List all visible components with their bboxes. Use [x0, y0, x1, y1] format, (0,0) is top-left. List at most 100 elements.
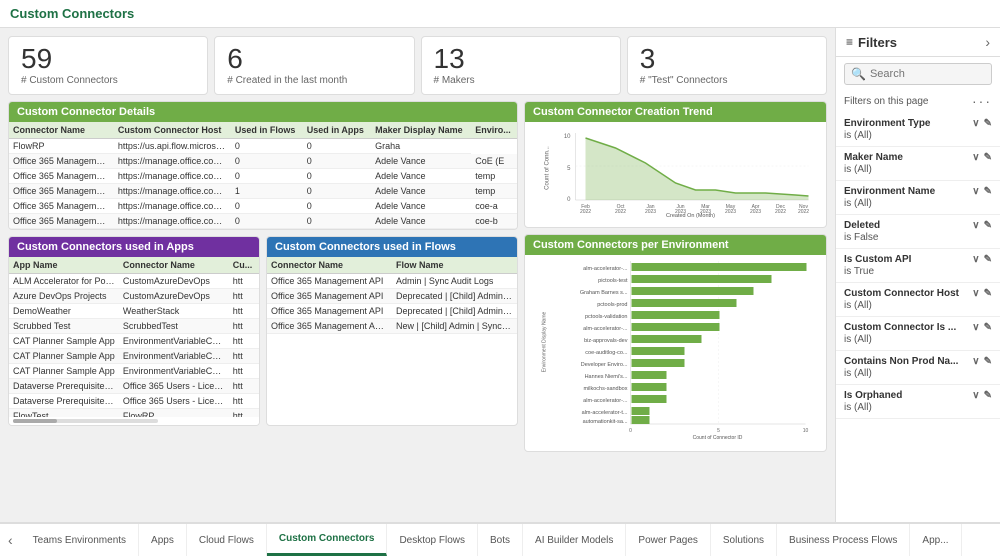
kpi-label-1: # Created in the last month: [227, 75, 401, 86]
per-environment-svg: 0 5 10 Count of Connector ID Environment…: [531, 259, 820, 444]
filter-chevron-1[interactable]: ∨: [972, 152, 979, 163]
filter-item-3[interactable]: Deleted ∨ ✎ is False: [836, 215, 1000, 249]
filter-name-2: Environment Name ∨ ✎: [844, 186, 992, 197]
filter-chevron-8[interactable]: ∨: [972, 390, 979, 401]
svg-text:alm-accelerator-...: alm-accelerator-...: [583, 326, 628, 332]
filter-search-input[interactable]: [870, 68, 1000, 80]
filter-chevron-5[interactable]: ∨: [972, 288, 979, 299]
svg-text:2022: 2022: [775, 209, 786, 215]
filter-item-7[interactable]: Contains Non Prod Na... ∨ ✎ is (All): [836, 351, 1000, 385]
filter-item-5[interactable]: Custom Connector Host ∨ ✎ is (All): [836, 283, 1000, 317]
nav-tab-10[interactable]: App...: [910, 524, 961, 556]
svg-text:alm-accelerator-...: alm-accelerator-...: [583, 266, 628, 272]
svg-text:alm-accelerator-...: alm-accelerator-...: [583, 398, 628, 404]
filters-more-icon[interactable]: ···: [972, 93, 992, 109]
filter-edit-8[interactable]: ✎: [984, 390, 992, 401]
filter-value-1: is (All): [844, 164, 992, 175]
kpi-card-3: 3# "Test" Connectors: [627, 36, 827, 95]
table-row: FlowTestFlowRPhtt: [9, 409, 259, 418]
filter-chevron-7[interactable]: ∨: [972, 356, 979, 367]
filter-edit-6[interactable]: ✎: [984, 322, 992, 333]
nav-tab-2[interactable]: Cloud Flows: [187, 524, 267, 556]
creation-trend-card: Custom Connector Creation Trend 10 5 0: [524, 101, 827, 228]
nav-tab-4[interactable]: Desktop Flows: [387, 524, 478, 556]
nav-tab-9[interactable]: Business Process Flows: [777, 524, 910, 556]
flows-table-card: Custom Connectors used in Flows Connecto…: [266, 236, 518, 426]
filter-name-4: Is Custom API ∨ ✎: [844, 254, 992, 265]
filter-chevron-6[interactable]: ∨: [972, 322, 979, 333]
nav-tab-8[interactable]: Solutions: [711, 524, 777, 556]
svg-text:2023: 2023: [750, 209, 761, 215]
flows-table: Connector NameFlow Name Office 365 Manag…: [267, 257, 517, 334]
svg-text:5: 5: [567, 166, 571, 172]
nav-tab-7[interactable]: Power Pages: [626, 524, 710, 556]
filter-value-7: is (All): [844, 368, 992, 379]
filter-item-2[interactable]: Environment Name ∨ ✎ is (All): [836, 181, 1000, 215]
svg-text:pctools-validation: pctools-validation: [585, 314, 628, 320]
table-row: Office 365 Management APIhttps://manage.…: [9, 169, 517, 184]
flows-table-header: Custom Connectors used in Flows: [267, 237, 517, 257]
connector-details-header: Custom Connector Details: [9, 102, 517, 122]
svg-text:2023: 2023: [645, 209, 656, 215]
filter-chevron-3[interactable]: ∨: [972, 220, 979, 231]
filter-value-0: is (All): [844, 130, 992, 141]
filter-value-3: is False: [844, 232, 992, 243]
filter-value-5: is (All): [844, 300, 992, 311]
table-row: Dataverse Prerequisite ValidationOffice …: [9, 379, 259, 394]
filter-value-2: is (All): [844, 198, 992, 209]
nav-tab-5[interactable]: Bots: [478, 524, 523, 556]
filter-edit-1[interactable]: ✎: [984, 152, 992, 163]
table-row: CAT Planner Sample AppEnvironmentVariabl…: [9, 334, 259, 349]
filter-edit-0[interactable]: ✎: [984, 118, 992, 129]
filters-on-page-label: Filters on this page: [844, 96, 929, 107]
kpi-number-0: 59: [21, 45, 195, 73]
connector-details-table: Connector NameCustom Connector HostUsed …: [9, 122, 517, 229]
filter-chevron-0[interactable]: ∨: [972, 118, 979, 129]
filter-edit-7[interactable]: ✎: [984, 356, 992, 367]
svg-text:Developer Enviro...: Developer Enviro...: [581, 362, 628, 368]
filter-item-4[interactable]: Is Custom API ∨ ✎ is True: [836, 249, 1000, 283]
kpi-label-0: # Custom Connectors: [21, 75, 195, 86]
nav-tab-6[interactable]: AI Builder Models: [523, 524, 626, 556]
filter-edit-4[interactable]: ✎: [984, 254, 992, 265]
filter-item-0[interactable]: Environment Type ∨ ✎ is (All): [836, 113, 1000, 147]
filter-item-6[interactable]: Custom Connector Is ... ∨ ✎ is (All): [836, 317, 1000, 351]
filter-name-3: Deleted ∨ ✎: [844, 220, 992, 231]
svg-text:2022: 2022: [580, 209, 591, 215]
nav-tab-3[interactable]: Custom Connectors: [267, 524, 388, 556]
svg-text:pictools-test: pictools-test: [598, 278, 628, 284]
svg-text:milkochs-sandbox: milkochs-sandbox: [583, 386, 627, 392]
filter-name-0: Environment Type ∨ ✎: [844, 118, 992, 129]
filter-edit-2[interactable]: ✎: [984, 186, 992, 197]
svg-text:coe-auditlog-co...: coe-auditlog-co...: [585, 350, 628, 356]
filter-chevron-4[interactable]: ∨: [972, 254, 979, 265]
svg-text:0: 0: [567, 197, 571, 203]
nav-tab-0[interactable]: Teams Environments: [21, 524, 139, 556]
connector-details-card: Custom Connector Details Connector NameC…: [8, 101, 518, 230]
svg-text:Count of Connector ID: Count of Connector ID: [693, 435, 743, 441]
filter-edit-3[interactable]: ✎: [984, 220, 992, 231]
filter-chevron-2[interactable]: ∨: [972, 186, 979, 197]
filter-item-1[interactable]: Maker Name ∨ ✎ is (All): [836, 147, 1000, 181]
table-row: CAT Planner Sample AppEnvironmentVariabl…: [9, 364, 259, 379]
filter-name-6: Custom Connector Is ... ∨ ✎: [844, 322, 992, 333]
per-environment-header: Custom Connectors per Environment: [525, 235, 826, 255]
table-row: Office 365 Management APIAdmin | Sync Au…: [267, 274, 517, 289]
nav-tab-1[interactable]: Apps: [139, 524, 187, 556]
bottom-nav: ‹ Teams EnvironmentsAppsCloud FlowsCusto…: [0, 522, 1000, 556]
creation-trend-header: Custom Connector Creation Trend: [525, 102, 826, 122]
filter-item-8[interactable]: Is Orphaned ∨ ✎ is (All): [836, 385, 1000, 419]
apps-table: App NameConnector NameCu... ALM Accelera…: [9, 257, 259, 417]
table-row: Scrubbed TestScrubbedTesthtt: [9, 319, 259, 334]
page-title: Custom Connectors: [10, 6, 134, 21]
nav-left-arrow[interactable]: ‹: [0, 524, 21, 556]
filter-edit-5[interactable]: ✎: [984, 288, 992, 299]
filters-expand-icon[interactable]: ›: [985, 34, 990, 50]
svg-text:biz-approvals-dev: biz-approvals-dev: [584, 338, 628, 344]
table-row: Dataverse Prerequisite ValidationOffice …: [9, 394, 259, 409]
svg-text:10: 10: [803, 428, 809, 434]
filter-search-box[interactable]: 🔍: [844, 63, 992, 85]
table-row: Azure DevOps ProjectsCustomAzureDevOpsht…: [9, 289, 259, 304]
table-row: Office 365 Management APIDeprecated | [C…: [267, 304, 517, 319]
kpi-number-2: 13: [434, 45, 608, 73]
